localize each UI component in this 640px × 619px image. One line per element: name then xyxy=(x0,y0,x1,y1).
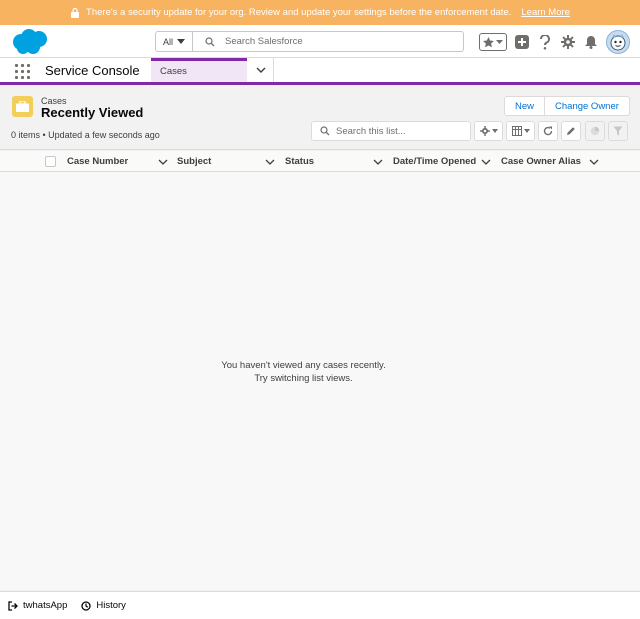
help-button[interactable] xyxy=(537,34,553,50)
app-name: Service Console xyxy=(45,63,140,78)
user-avatar[interactable] xyxy=(606,30,630,54)
empty-state-message: You haven't viewed any cases recently. T… xyxy=(0,359,607,385)
chevron-down-icon[interactable] xyxy=(158,157,168,167)
learn-more-link[interactable]: Learn More xyxy=(521,7,570,18)
select-all-checkbox[interactable] xyxy=(45,156,56,167)
column-header-case-owner-alias[interactable]: Case Owner Alias xyxy=(501,151,581,172)
column-header-case-number[interactable]: Case Number xyxy=(67,151,128,172)
global-search-input[interactable]: Search Salesforce xyxy=(193,31,464,52)
favorites-button[interactable] xyxy=(479,33,507,51)
display-as-table-icon xyxy=(511,126,522,136)
column-header-subject[interactable]: Subject xyxy=(177,151,211,172)
chevron-down-icon[interactable] xyxy=(589,157,599,167)
chevron-down-icon[interactable] xyxy=(373,157,383,167)
global-header: All Search Salesforce xyxy=(0,25,640,58)
column-header-label: Date/Time Opened xyxy=(393,156,477,167)
search-scope-select[interactable]: All xyxy=(155,31,193,52)
list-view-controls-button[interactable] xyxy=(474,121,503,141)
search-icon xyxy=(205,36,215,46)
column-header-label: Case Owner Alias xyxy=(501,156,581,167)
chevron-down-icon[interactable] xyxy=(481,157,491,167)
refresh-icon xyxy=(543,126,553,136)
notifications-bell-icon xyxy=(585,36,597,49)
refresh-button[interactable] xyxy=(538,121,558,141)
add-icon xyxy=(515,35,529,49)
global-actions-button[interactable] xyxy=(514,34,530,50)
utility-item-label: twhatsApp xyxy=(23,600,68,611)
column-header-label: Subject xyxy=(177,156,212,167)
edit-icon xyxy=(567,127,575,135)
column-header-label: Case Number xyxy=(67,156,129,167)
filters-button[interactable] xyxy=(608,121,628,141)
security-banner: There's a security update for your org. … xyxy=(0,0,640,25)
global-actions xyxy=(479,30,630,54)
caret-down-icon xyxy=(523,129,530,133)
tab-cases-label: Cases xyxy=(160,66,187,77)
case-object-icon xyxy=(12,96,33,117)
navigation-menu-button[interactable] xyxy=(248,58,274,82)
caret-down-icon xyxy=(491,129,498,133)
utility-item-twhatsapp[interactable]: twhatsApp xyxy=(8,600,67,611)
lock-icon xyxy=(71,7,80,18)
tab-cases[interactable]: Cases xyxy=(151,58,247,82)
list-view-header: Cases Recently Viewed 0 items • Updated … xyxy=(0,88,640,150)
inline-edit-button[interactable] xyxy=(561,121,581,141)
empty-state-line-2: Try switching list views. xyxy=(254,373,353,384)
utility-bar: twhatsApp History xyxy=(0,591,640,619)
list-settings-gear-icon xyxy=(479,126,490,136)
new-button[interactable]: New xyxy=(504,96,546,116)
app-launcher-icon[interactable] xyxy=(15,64,30,79)
app-navigation-bar: Service Console Cases xyxy=(0,58,640,85)
list-action-buttons: New Change Owner xyxy=(504,96,630,116)
list-view-name[interactable]: Recently Viewed xyxy=(41,105,143,120)
notifications-button[interactable] xyxy=(583,34,599,50)
search-scope-label: All xyxy=(162,36,173,47)
help-icon xyxy=(540,34,550,50)
column-header-status[interactable]: Status xyxy=(285,151,314,172)
briefcase-icon xyxy=(16,101,29,112)
chart-icon xyxy=(590,126,600,136)
clock-icon xyxy=(81,600,92,611)
charts-button[interactable] xyxy=(585,121,605,141)
table-header: Case Number Subject Status Date/Time Ope… xyxy=(0,151,640,172)
astro-avatar-icon xyxy=(610,34,626,51)
banner-message: There's a security update for your org. … xyxy=(86,7,512,18)
chevron-down-icon xyxy=(256,67,265,73)
utility-item-label: History xyxy=(96,600,126,611)
utility-item-history[interactable]: History xyxy=(81,600,126,611)
filter-icon xyxy=(613,126,623,136)
list-search-placeholder: Search this list... xyxy=(336,125,406,137)
setup-gear-icon xyxy=(561,35,575,49)
setup-button[interactable] xyxy=(560,34,576,50)
list-body: You haven't viewed any cases recently. T… xyxy=(0,172,640,590)
list-meta-info: 0 items • Updated a few seconds ago xyxy=(11,130,160,140)
column-header-date-time-opened[interactable]: Date/Time Opened xyxy=(393,151,476,172)
search-icon xyxy=(320,126,330,136)
whatsapp-login-icon xyxy=(8,600,18,611)
salesforce-logo[interactable] xyxy=(11,28,49,55)
column-header-label: Status xyxy=(285,156,315,167)
favorites-menu-icon xyxy=(496,40,504,44)
search-placeholder: Search Salesforce xyxy=(225,36,303,47)
chevron-down-icon[interactable] xyxy=(265,157,275,167)
empty-state-line-1: You haven't viewed any cases recently. xyxy=(221,360,386,371)
list-search-input[interactable]: Search this list... xyxy=(311,121,471,141)
change-owner-button[interactable]: Change Owner xyxy=(545,96,630,116)
caret-down-icon xyxy=(177,39,185,44)
display-as-button[interactable] xyxy=(506,121,535,141)
favorites-star-icon xyxy=(482,36,494,47)
